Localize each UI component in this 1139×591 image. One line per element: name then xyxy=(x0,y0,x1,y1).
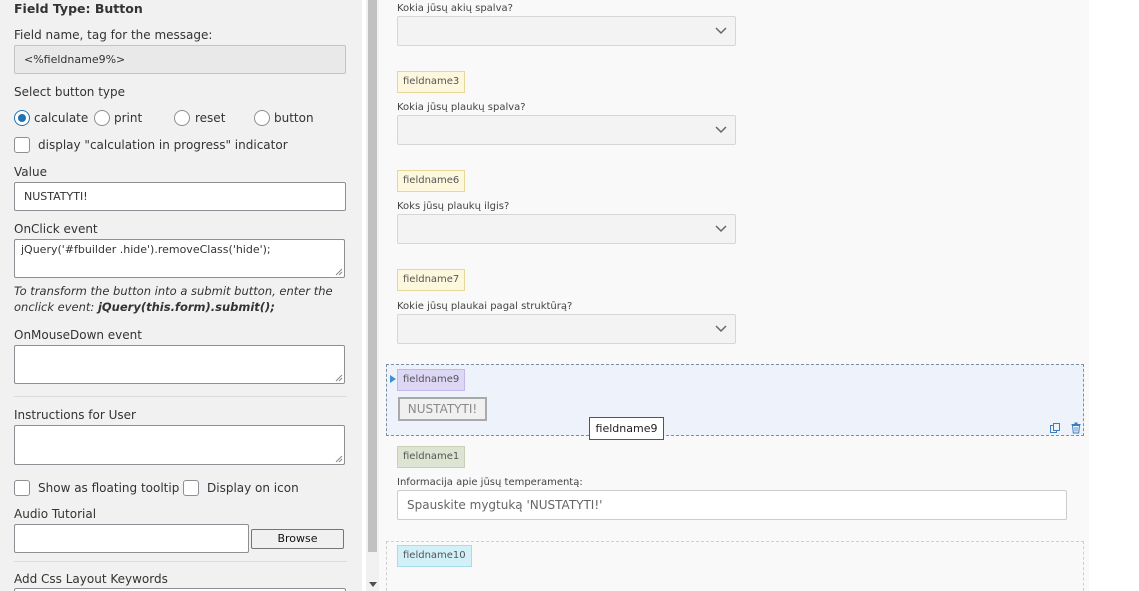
chevron-down-icon xyxy=(715,225,727,233)
temperament-input[interactable]: Spauskite mygtuką 'NUSTATYTI!' xyxy=(397,490,1067,520)
button-type-group: calculate print reset button xyxy=(14,110,354,128)
eye-color-label: Kokia jūsų akių spalva? xyxy=(397,3,513,14)
value-input[interactable]: NUSTATYTI! xyxy=(14,182,346,211)
hair-structure-select[interactable] xyxy=(397,314,736,344)
button-type-label: Select button type xyxy=(14,85,126,99)
chevron-down-icon xyxy=(715,126,727,134)
value-label: Value xyxy=(14,165,47,179)
display-icon-label: Display on icon xyxy=(207,481,299,495)
audio-tutorial-label: Audio Tutorial xyxy=(14,507,97,521)
radio-button-label: button xyxy=(274,111,314,125)
hair-length-select[interactable] xyxy=(397,214,736,244)
field-name-tooltip: fieldname9 xyxy=(589,417,664,440)
radio-calculate[interactable] xyxy=(14,110,30,126)
instructions-label: Instructions for User xyxy=(14,408,136,422)
trash-icon[interactable] xyxy=(1070,422,1082,434)
hair-color-select[interactable] xyxy=(397,115,736,145)
scrollbar-thumb[interactable] xyxy=(368,0,377,552)
value-input-text: NUSTATYTI! xyxy=(24,190,88,203)
selected-field-block[interactable]: fieldname9 NUSTATYTI! xyxy=(386,364,1084,436)
calc-indicator-label: display "calculation in progress" indica… xyxy=(38,138,288,152)
floating-tooltip-label: Show as floating tooltip xyxy=(38,481,180,495)
scroll-down-arrow-icon[interactable] xyxy=(369,582,377,587)
field-tag-fieldname10[interactable]: fieldname10 xyxy=(397,545,472,567)
onclick-text: jQuery('#fbuilder .hide').removeClass('h… xyxy=(21,243,271,256)
field-name-label: Field name, tag for the message: xyxy=(14,28,213,42)
copy-icon[interactable] xyxy=(1049,422,1061,434)
resize-grip-icon[interactable] xyxy=(334,454,343,463)
radio-print-label: print xyxy=(114,111,143,125)
css-keywords-label: Add Css Layout Keywords xyxy=(14,572,168,586)
calc-indicator-checkbox[interactable] xyxy=(14,137,30,153)
eye-color-select[interactable] xyxy=(397,16,736,46)
hair-color-label: Kokia jūsų plaukų spalva? xyxy=(397,102,526,113)
field-tag-fieldname1[interactable]: fieldname1 xyxy=(397,446,466,468)
radio-calculate-label: calculate xyxy=(34,111,89,125)
temperament-label: Informacija apie jūsų temperamentą: xyxy=(397,477,583,488)
field-tag-fieldname3[interactable]: fieldname3 xyxy=(397,71,466,93)
divider xyxy=(14,561,347,562)
onclick-label: OnClick event xyxy=(14,222,98,236)
radio-print[interactable] xyxy=(94,110,110,126)
onclick-textarea[interactable]: jQuery('#fbuilder .hide').removeClass('h… xyxy=(14,239,345,278)
resize-grip-icon[interactable] xyxy=(334,267,343,276)
radio-reset[interactable] xyxy=(174,110,190,126)
display-icon-checkbox[interactable] xyxy=(183,480,199,496)
onmousedown-textarea[interactable] xyxy=(14,345,345,384)
chevron-down-icon xyxy=(715,325,727,333)
triangle-right-icon xyxy=(390,375,396,383)
submit-hint: To transform the button into a submit bu… xyxy=(14,283,349,315)
settings-scrollbar[interactable] xyxy=(366,0,379,591)
field-tag-fieldname7[interactable]: fieldname7 xyxy=(397,269,466,291)
floating-tooltip-checkbox[interactable] xyxy=(14,480,30,496)
panel-title: Field Type: Button xyxy=(14,1,143,16)
form-preview: Kokia jūsų akių spalva? fieldname3 Kokia… xyxy=(379,0,1089,591)
field-settings-panel: Field Type: Button Field name, tag for t… xyxy=(0,0,362,591)
field-tag-fieldname9[interactable]: fieldname9 xyxy=(397,369,466,391)
nustatyti-button[interactable]: NUSTATYTI! xyxy=(398,397,487,421)
radio-reset-label: reset xyxy=(195,111,226,125)
field-name-input[interactable]: <%fieldname9%> xyxy=(14,45,346,74)
hair-length-label: Koks jūsų plaukų ilgis? xyxy=(397,201,510,212)
field-tag-fieldname6[interactable]: fieldname6 xyxy=(397,170,466,192)
resize-grip-icon[interactable] xyxy=(334,373,343,382)
onmousedown-label: OnMouseDown event xyxy=(14,328,142,342)
hair-structure-label: Kokie jūsų plaukai pagal struktūrą? xyxy=(397,301,573,312)
audio-tutorial-input[interactable] xyxy=(14,524,249,553)
chevron-down-icon xyxy=(715,27,727,35)
submit-hint-code: jQuery(this.form).submit(); xyxy=(97,300,275,314)
radio-button[interactable] xyxy=(254,110,270,126)
instructions-textarea[interactable] xyxy=(14,425,345,465)
field-name-value: <%fieldname9%> xyxy=(24,53,126,66)
field-block-fieldname10[interactable]: fieldname10 xyxy=(386,541,1084,591)
divider xyxy=(14,396,347,397)
browse-button[interactable]: Browse xyxy=(251,529,344,549)
